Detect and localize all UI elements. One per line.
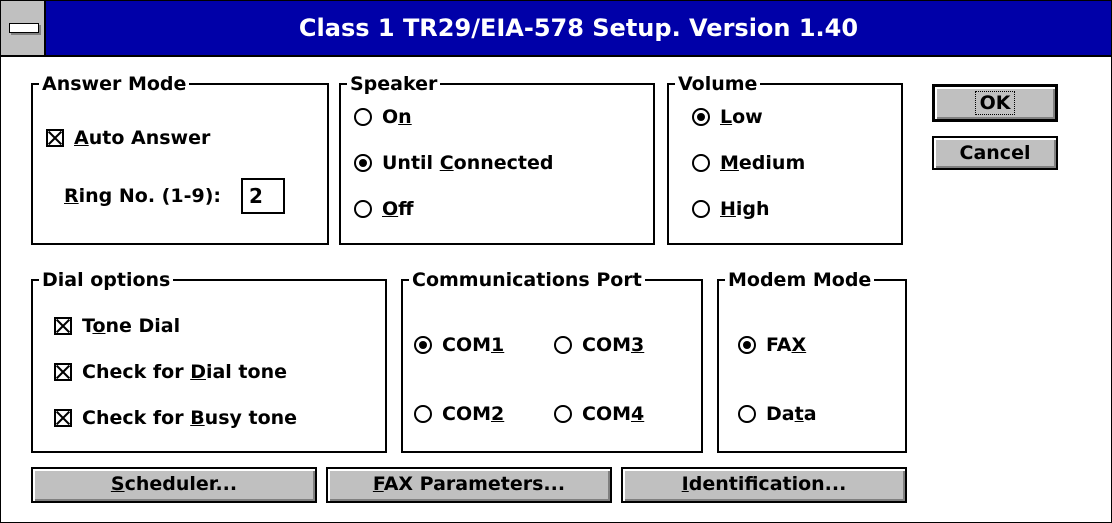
check-dial-tone-checkbox[interactable]: Check for Dial tone	[54, 360, 287, 384]
radio-icon	[692, 154, 710, 172]
auto-answer-check-icon	[46, 129, 64, 147]
busy-tone-check-icon	[54, 409, 72, 427]
radio-icon	[554, 405, 572, 423]
radio-icon	[414, 336, 432, 354]
modem-mode-legend: Modem Mode	[725, 269, 875, 291]
ring-number-input[interactable]	[241, 178, 285, 214]
tone-dial-check-icon	[54, 317, 72, 335]
data-mode-radio[interactable]: Data	[738, 402, 817, 426]
ok-button[interactable]: OK	[932, 84, 1058, 122]
auto-answer-checkbox[interactable]: Auto Answer	[46, 126, 210, 150]
communications-port-group: Communications Port	[401, 269, 703, 453]
modem-mode-group: Modem Mode	[717, 269, 907, 453]
volume-high-radio[interactable]: High	[692, 197, 770, 221]
radio-icon	[354, 108, 372, 126]
system-menu-icon[interactable]	[1, 1, 46, 55]
tone-dial-checkbox[interactable]: Tone Dial	[54, 314, 180, 338]
radio-icon	[354, 200, 372, 218]
speaker-off-radio[interactable]: Off	[354, 197, 414, 221]
radio-icon	[692, 200, 710, 218]
radio-icon	[692, 108, 710, 126]
volume-medium-radio[interactable]: Medium	[692, 151, 805, 175]
title-bar: Class 1 TR29/EIA-578 Setup. Version 1.40	[1, 1, 1111, 57]
dial-tone-check-icon	[54, 363, 72, 381]
check-busy-tone-checkbox[interactable]: Check for Busy tone	[54, 406, 297, 430]
setup-dialog: Class 1 TR29/EIA-578 Setup. Version 1.40…	[0, 0, 1112, 523]
com4-radio[interactable]: COM4	[554, 402, 644, 426]
cancel-button[interactable]: Cancel	[932, 136, 1058, 170]
dial-options-legend: Dial options	[39, 269, 174, 291]
volume-low-radio[interactable]: Low	[692, 105, 763, 129]
radio-icon	[738, 405, 756, 423]
fax-parameters-button[interactable]: FAX Parameters...	[326, 467, 612, 503]
speaker-on-radio[interactable]: On	[354, 105, 412, 129]
com3-radio[interactable]: COM3	[554, 333, 644, 357]
com1-radio[interactable]: COM1	[414, 333, 504, 357]
radio-icon	[554, 336, 572, 354]
answer-mode-group: Answer Mode	[31, 73, 329, 245]
radio-icon	[738, 336, 756, 354]
window-title: Class 1 TR29/EIA-578 Setup. Version 1.40	[298, 14, 859, 42]
answer-mode-legend: Answer Mode	[39, 73, 190, 95]
radio-icon	[414, 405, 432, 423]
speaker-legend: Speaker	[347, 73, 441, 95]
speaker-until-connected-radio[interactable]: Until Connected	[354, 151, 553, 175]
com2-radio[interactable]: COM2	[414, 402, 504, 426]
radio-icon	[354, 154, 372, 172]
volume-legend: Volume	[675, 73, 761, 95]
communications-port-legend: Communications Port	[409, 269, 645, 291]
ring-number-label: Ring No. (1-9):	[64, 185, 221, 207]
fax-mode-radio[interactable]: FAX	[738, 333, 806, 357]
scheduler-button[interactable]: Scheduler...	[31, 467, 317, 503]
identification-button[interactable]: Identification...	[621, 467, 907, 503]
